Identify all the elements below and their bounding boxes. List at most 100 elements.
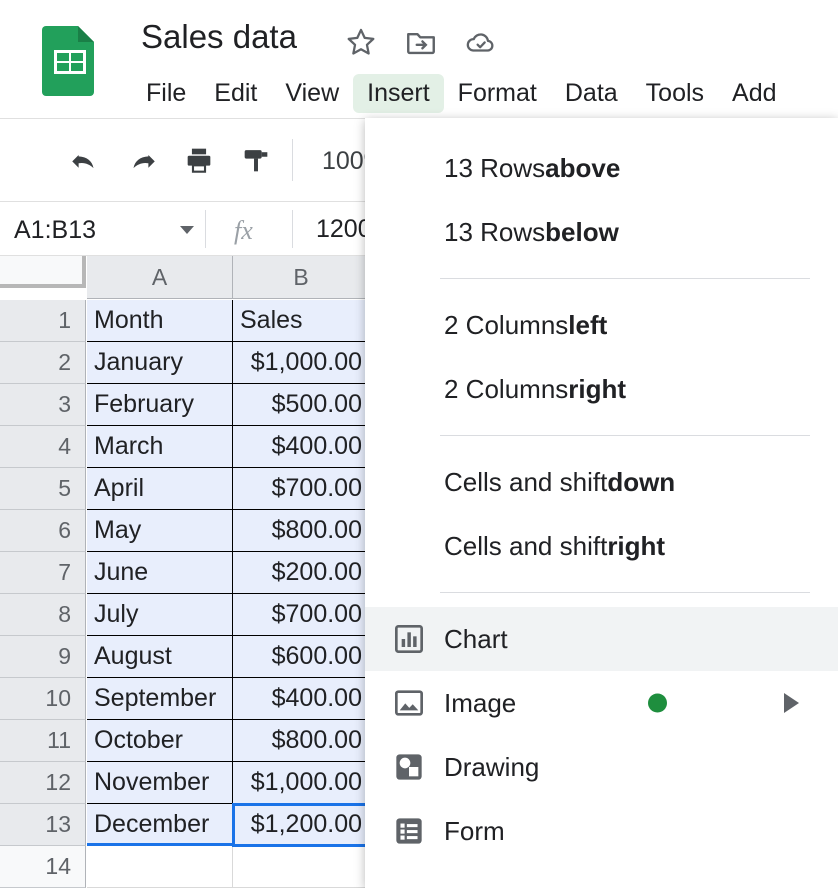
cell-b9[interactable]: $600.00 (233, 636, 370, 678)
menu-item-rows-below[interactable]: 13 Rows below (365, 200, 838, 264)
menu-tools[interactable]: Tools (632, 74, 718, 113)
formula-bar-divider-2 (292, 210, 293, 248)
menu-item-rows-below-strong: below (545, 216, 619, 247)
row-header-4[interactable]: 4 (0, 426, 86, 468)
redo-icon[interactable] (125, 143, 159, 177)
menu-item-rows-above-strong: above (545, 152, 621, 183)
cell-b7[interactable]: $200.00 (233, 552, 370, 594)
bar-chart-icon (393, 623, 425, 655)
cell-a5[interactable]: April (87, 468, 233, 510)
title-bar: Sales data File Edit View Insert Format (0, 0, 838, 118)
menu-insert[interactable]: Insert (353, 73, 444, 113)
name-box-chevron-down-icon[interactable] (180, 226, 194, 234)
menu-item-form-label: Form (444, 815, 505, 846)
menu-format[interactable]: Format (444, 74, 551, 113)
cell-b10[interactable]: $400.00 (233, 678, 370, 720)
menu-item-chart-label: Chart (444, 623, 508, 654)
menu-item-columns-right-strong: right (568, 373, 627, 404)
cell-b6[interactable]: $800.00 (233, 510, 370, 552)
submenu-arrow-icon (784, 693, 799, 713)
row-header-6[interactable]: 6 (0, 510, 86, 552)
cell-a2[interactable]: January (87, 342, 233, 384)
cell-a3[interactable]: February (87, 384, 233, 426)
cell-a11[interactable]: October (87, 720, 233, 762)
cell-a7[interactable]: June (87, 552, 233, 594)
row-header-7[interactable]: 7 (0, 552, 86, 594)
function-fx-icon[interactable]: fx (234, 216, 253, 246)
menu-data[interactable]: Data (551, 74, 632, 113)
cell-a14[interactable] (87, 846, 233, 888)
row-header-2[interactable]: 2 (0, 342, 86, 384)
image-icon (393, 687, 425, 719)
toolbar-divider (292, 139, 293, 181)
menu-separator-3 (440, 592, 810, 593)
star-icon[interactable] (344, 25, 378, 59)
drawing-icon (393, 751, 425, 783)
insert-menu-dropdown: 13 Rows above 13 Rows below 2 Columns le… (365, 118, 838, 888)
menu-item-drawing-label: Drawing (444, 751, 540, 782)
cell-a6[interactable]: May (87, 510, 233, 552)
cloud-saved-icon[interactable] (464, 25, 498, 59)
menu-item-form[interactable]: Form (365, 799, 838, 863)
cell-b12[interactable]: $1,000.00 (233, 762, 370, 804)
cell-a13[interactable]: December (87, 804, 233, 846)
cell-b3[interactable]: $500.00 (233, 384, 370, 426)
menu-item-columns-left[interactable]: 2 Columns left (365, 293, 838, 357)
cell-a4[interactable]: March (87, 426, 233, 468)
menu-addons[interactable]: Add (718, 74, 790, 113)
menu-item-cells-shift-right[interactable]: Cells and shift right (365, 514, 838, 578)
row-header-11[interactable]: 11 (0, 720, 86, 762)
document-title[interactable]: Sales data (141, 18, 297, 56)
menu-item-rows-above[interactable]: 13 Rows above (365, 136, 838, 200)
menu-view[interactable]: View (271, 74, 353, 113)
selection-range-border (87, 843, 234, 846)
row-header-14[interactable]: 14 (0, 846, 86, 888)
menu-file[interactable]: File (132, 74, 200, 113)
cell-a1[interactable]: Month (87, 300, 233, 342)
cell-b11[interactable]: $800.00 (233, 720, 370, 762)
print-icon[interactable] (182, 143, 216, 177)
row-header-8[interactable]: 8 (0, 594, 86, 636)
menu-item-cells-shift-right-strong: right (607, 530, 666, 561)
cell-b4[interactable]: $400.00 (233, 426, 370, 468)
row-header-10[interactable]: 10 (0, 678, 86, 720)
cell-a9[interactable]: August (87, 636, 233, 678)
row-header-3[interactable]: 3 (0, 384, 86, 426)
menu-item-columns-right[interactable]: 2 Columns right (365, 357, 838, 421)
row-header-5[interactable]: 5 (0, 468, 86, 510)
cell-b14[interactable] (233, 846, 370, 888)
menu-item-cells-shift-down[interactable]: Cells and shift down (365, 450, 838, 514)
cell-b5[interactable]: $700.00 (233, 468, 370, 510)
cell-b8[interactable]: $700.00 (233, 594, 370, 636)
menu-item-drawing[interactable]: Drawing (365, 735, 838, 799)
select-all-corner[interactable] (0, 256, 86, 288)
cell-b13[interactable]: $1,200.00 (233, 804, 370, 846)
image-new-badge-dot-icon (648, 693, 667, 713)
formula-input[interactable]: 1200 (316, 215, 372, 244)
move-to-folder-icon[interactable] (404, 25, 438, 59)
formula-bar-divider-1 (205, 210, 206, 248)
row-header-12[interactable]: 12 (0, 762, 86, 804)
name-box[interactable]: A1:B13 (14, 214, 194, 246)
column-header-b[interactable]: B (233, 256, 370, 299)
menu-item-cells-shift-down-strong: down (607, 466, 676, 497)
row-header-9[interactable]: 9 (0, 636, 86, 678)
row-header-13[interactable]: 13 (0, 804, 86, 846)
sheets-logo-icon[interactable] (40, 22, 100, 98)
cell-b1[interactable]: Sales (233, 300, 370, 342)
menu-item-chart[interactable]: Chart (365, 607, 838, 671)
column-header-a[interactable]: A (87, 256, 233, 299)
undo-icon[interactable] (68, 143, 102, 177)
cell-a10[interactable]: September (87, 678, 233, 720)
cell-a12[interactable]: November (87, 762, 233, 804)
menu-item-rows-above-prefix: 13 Rows (444, 152, 546, 183)
menu-item-columns-right-prefix: 2 Columns (444, 373, 569, 404)
cell-a8[interactable]: July (87, 594, 233, 636)
menu-edit[interactable]: Edit (200, 74, 271, 113)
menu-item-image-label: Image (444, 687, 517, 718)
row-header-1[interactable]: 1 (0, 300, 86, 342)
google-sheets-window: Sales data File Edit View Insert Format (0, 0, 838, 888)
menu-item-image[interactable]: Image (365, 671, 838, 735)
cell-b2[interactable]: $1,000.00 (233, 342, 370, 384)
paint-format-icon[interactable] (239, 143, 273, 177)
